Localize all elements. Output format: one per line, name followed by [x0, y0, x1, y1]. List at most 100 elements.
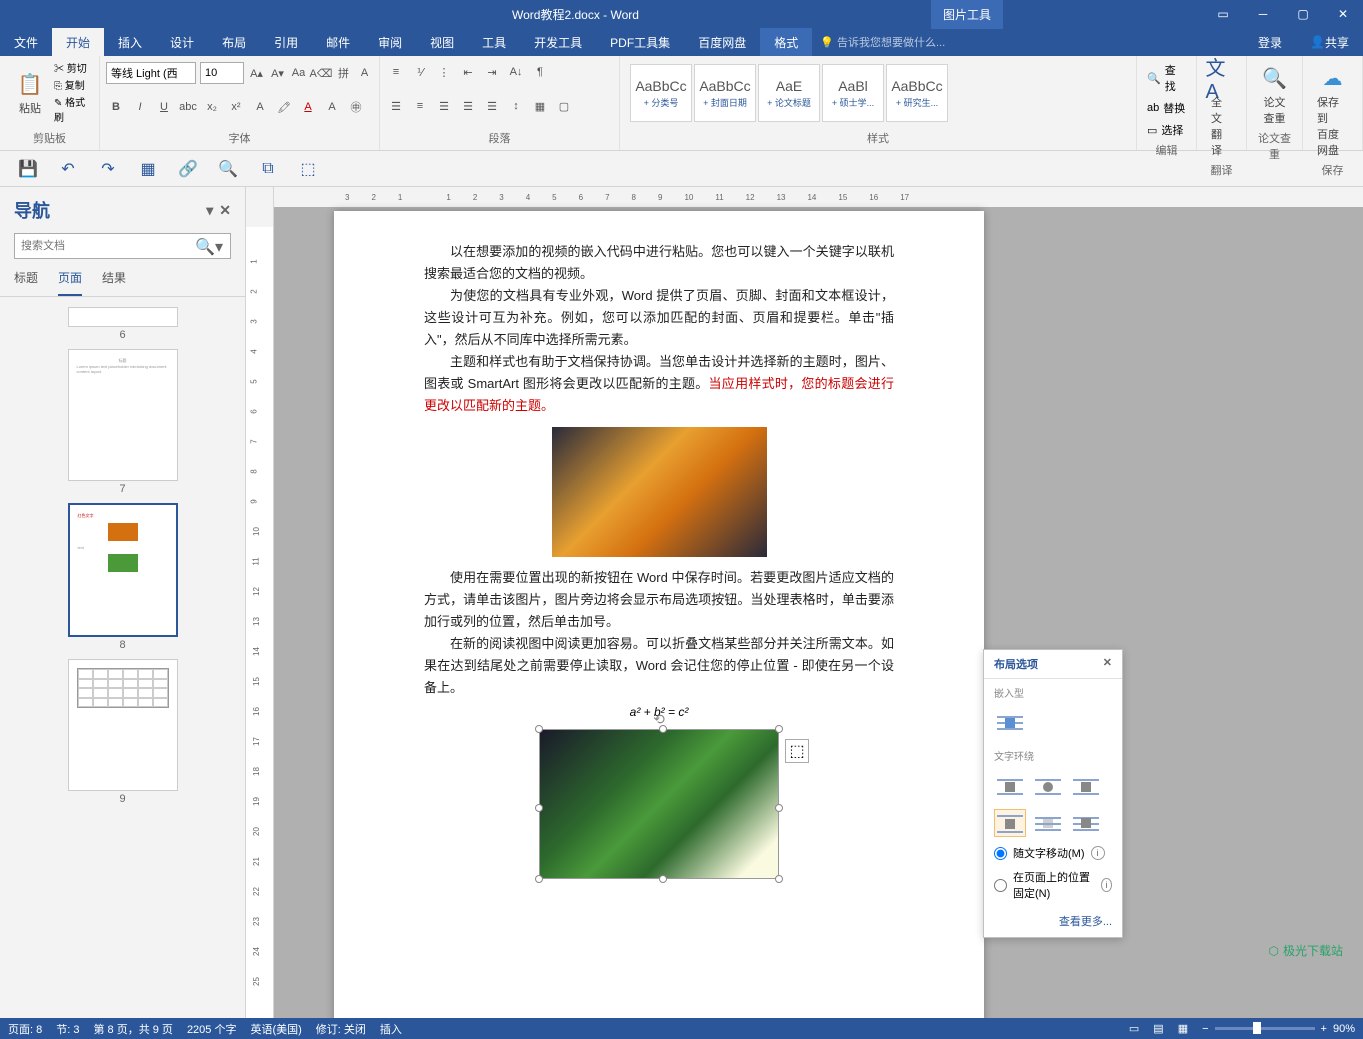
maximize-icon[interactable]: ▢: [1283, 0, 1323, 28]
phonetic-icon[interactable]: 拼: [335, 63, 352, 83]
paragraph-4[interactable]: 使用在需要位置出现的新按钮在 Word 中保存时间。若要更改图片适应文档的方式，…: [424, 567, 894, 633]
tab-review[interactable]: 审阅: [364, 28, 416, 56]
link-icon[interactable]: 🔗: [178, 159, 198, 179]
styles-gallery[interactable]: AaBbCc+ 分类号AaBbCc+ 封面日期AaE+ 论文标题AaBl+ 硕士…: [626, 60, 1130, 128]
bold-icon[interactable]: B: [106, 97, 126, 117]
status-track[interactable]: 修订: 关闭: [316, 1021, 366, 1037]
tab-view[interactable]: 视图: [416, 28, 468, 56]
paper-check-button[interactable]: 🔍论文查重: [1253, 60, 1296, 128]
layout-popup-close-icon[interactable]: ✕: [1103, 656, 1112, 672]
layout-wrap-square[interactable]: [994, 773, 1026, 801]
distribute-icon[interactable]: ☰: [482, 96, 502, 116]
style-item[interactable]: AaE+ 论文标题: [758, 64, 820, 122]
paragraph-5[interactable]: 在新的阅读视图中阅读更加容易。可以折叠文档某些部分并关注所需文本。如果在达到结尾…: [424, 633, 894, 699]
view-web-icon[interactable]: ▦: [1178, 1022, 1188, 1035]
multilevel-icon[interactable]: ⋮: [434, 62, 454, 82]
save-icon[interactable]: 💾: [18, 159, 38, 179]
font-color-icon[interactable]: A: [298, 97, 318, 117]
style-item[interactable]: AaBl+ 硕士学...: [822, 64, 884, 122]
page-thumbnail[interactable]: [68, 307, 178, 327]
layout-wrap-topbottom[interactable]: [994, 809, 1026, 837]
cut-button[interactable]: ✂ 剪切: [54, 60, 93, 75]
paragraph-1[interactable]: 以在想要添加的视频的嵌入代码中进行粘贴。您也可以键入一个关键字以联机搜索最适合您…: [424, 241, 894, 285]
layout-wrap-through[interactable]: [1070, 773, 1102, 801]
zoom-in-icon[interactable]: +: [1321, 1023, 1327, 1035]
clear-format-icon[interactable]: A⌫: [311, 63, 331, 83]
layers-icon[interactable]: ⧉: [258, 159, 278, 179]
resize-handle-bc[interactable]: [659, 875, 667, 883]
subscript-icon[interactable]: x₂: [202, 97, 222, 117]
enclose-icon[interactable]: ㊥: [346, 97, 366, 117]
tab-format[interactable]: 格式: [760, 28, 812, 56]
tab-tools[interactable]: 工具: [468, 28, 520, 56]
sort-icon[interactable]: A↓: [506, 62, 526, 82]
align-left-icon[interactable]: ☰: [386, 96, 406, 116]
move-with-text-radio[interactable]: [994, 847, 1007, 860]
style-item[interactable]: AaBbCc+ 封面日期: [694, 64, 756, 122]
tab-references[interactable]: 引用: [260, 28, 312, 56]
resize-handle-tr[interactable]: [775, 725, 783, 733]
tab-file[interactable]: 文件: [0, 28, 52, 56]
italic-icon[interactable]: I: [130, 97, 150, 117]
resize-handle-ml[interactable]: [535, 804, 543, 812]
table-icon[interactable]: ▦: [138, 159, 158, 179]
style-item[interactable]: AaBbCc+ 研究生...: [886, 64, 948, 122]
style-item[interactable]: AaBbCc+ 分类号: [630, 64, 692, 122]
numbering-icon[interactable]: ⅟: [410, 62, 430, 82]
strike-icon[interactable]: abc: [178, 97, 198, 117]
borders-icon[interactable]: ▢: [554, 96, 574, 116]
tab-home[interactable]: 开始: [52, 28, 104, 56]
layout-wrap-front[interactable]: [1070, 809, 1102, 837]
tab-layout[interactable]: 布局: [208, 28, 260, 56]
resize-handle-mr[interactable]: [775, 804, 783, 812]
status-insert[interactable]: 插入: [380, 1021, 402, 1037]
align-right-icon[interactable]: ☰: [434, 96, 454, 116]
preview-icon[interactable]: 🔍: [218, 159, 238, 179]
view-print-icon[interactable]: ▤: [1153, 1022, 1163, 1035]
tab-dev[interactable]: 开发工具: [520, 28, 596, 56]
line-spacing-icon[interactable]: ↕: [506, 96, 526, 116]
decrease-indent-icon[interactable]: ⇤: [458, 62, 478, 82]
close-icon[interactable]: ✕: [1323, 0, 1363, 28]
share-button[interactable]: 👤 共享: [1296, 28, 1363, 56]
nav-tab-headings[interactable]: 标题: [14, 269, 38, 296]
status-page[interactable]: 页面: 8: [8, 1021, 42, 1037]
layout-options-button[interactable]: ⬚: [785, 739, 809, 763]
layout-wrap-tight[interactable]: [1032, 773, 1064, 801]
increase-indent-icon[interactable]: ⇥: [482, 62, 502, 82]
save-baidu-button[interactable]: ☁保存到百度网盘: [1309, 60, 1356, 160]
resize-handle-br[interactable]: [775, 875, 783, 883]
layout-wrap-behind[interactable]: [1032, 809, 1064, 837]
plant-image-selected[interactable]: [539, 729, 779, 879]
justify-icon[interactable]: ☰: [458, 96, 478, 116]
tell-me[interactable]: 💡 告诉我您想要做什么...: [812, 34, 945, 50]
layout-inline-option[interactable]: [994, 710, 1026, 738]
search-icon[interactable]: 🔍▾: [195, 237, 223, 257]
shading-icon[interactable]: ▦: [530, 96, 550, 116]
minimize-icon[interactable]: ─: [1243, 0, 1283, 28]
zoom-level[interactable]: 90%: [1333, 1023, 1355, 1035]
tab-insert[interactable]: 插入: [104, 28, 156, 56]
select-button[interactable]: ▭ 选择: [1143, 120, 1190, 140]
show-marks-icon[interactable]: ¶: [530, 62, 550, 82]
zoom-slider[interactable]: [1215, 1027, 1315, 1030]
info-icon-2[interactable]: i: [1101, 878, 1112, 892]
nav-tab-results[interactable]: 结果: [102, 269, 126, 296]
highlight-icon[interactable]: 🖍: [274, 97, 294, 117]
status-page-of[interactable]: 第 8 页，共 9 页: [93, 1021, 172, 1037]
char-border-icon[interactable]: A: [356, 63, 373, 83]
align-center-icon[interactable]: ≡: [410, 96, 430, 116]
paragraph-3[interactable]: 主题和样式也有助于文档保持协调。当您单击设计并选择新的主题时，图片、图表或 Sm…: [424, 351, 894, 417]
resize-handle-bl[interactable]: [535, 875, 543, 883]
see-more-link[interactable]: 查看更多...: [984, 905, 1122, 937]
leaf-image[interactable]: [552, 427, 767, 557]
tab-baidu[interactable]: 百度网盘: [684, 28, 760, 56]
font-name-select[interactable]: [106, 62, 196, 84]
undo-icon[interactable]: ↶: [58, 159, 78, 179]
replace-button[interactable]: ab 替换: [1143, 98, 1190, 118]
info-icon[interactable]: i: [1091, 846, 1105, 860]
view-read-icon[interactable]: ▭: [1129, 1022, 1139, 1035]
page-thumbnail[interactable]: 红色文字text: [68, 503, 178, 637]
page-thumbnail[interactable]: 标题Lorem ipsum text placeholder mimicking…: [68, 349, 178, 481]
superscript-icon[interactable]: x²: [226, 97, 246, 117]
